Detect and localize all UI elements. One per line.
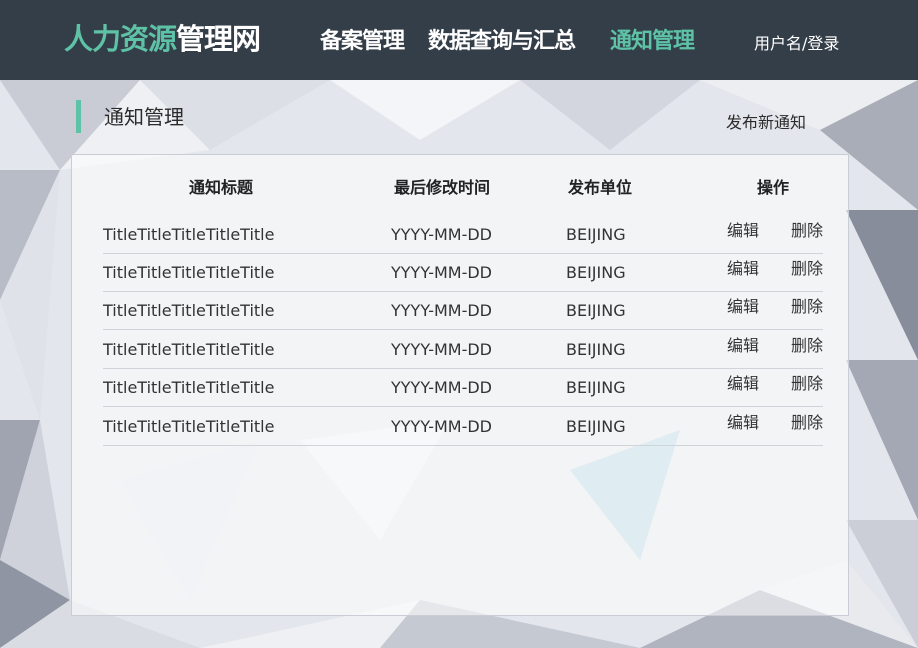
delete-button[interactable]: 删除 (791, 335, 823, 357)
row-divider (103, 445, 823, 446)
notice-date: YYYY-MM-DD (391, 417, 492, 436)
table-row: TitleTitleTitleTitleTitle YYYY-MM-DD BEI… (0, 409, 918, 447)
notice-date: YYYY-MM-DD (391, 378, 492, 397)
brand-white-text: 管理网 (176, 22, 261, 56)
delete-button[interactable]: 删除 (791, 220, 823, 242)
section-accent-bar (76, 100, 81, 133)
notice-title[interactable]: TitleTitleTitleTitleTitle (103, 377, 274, 399)
row-divider (103, 368, 823, 369)
edit-button[interactable]: 编辑 (727, 220, 759, 242)
notice-unit: BEIJING (566, 225, 626, 244)
delete-button[interactable]: 删除 (791, 373, 823, 395)
column-header-modified-time: 最后修改时间 (393, 178, 491, 197)
top-navbar: 人力资源管理网 备案管理 数据查询与汇总 通知管理 用户名/登录 (0, 0, 918, 80)
table-row: TitleTitleTitleTitleTitle YYYY-MM-DD BEI… (0, 293, 918, 331)
row-divider (103, 329, 823, 330)
notice-date: YYYY-MM-DD (391, 225, 492, 244)
table-row: TitleTitleTitleTitleTitle YYYY-MM-DD BEI… (0, 255, 918, 293)
row-divider (103, 253, 823, 254)
delete-button[interactable]: 删除 (791, 296, 823, 318)
notice-title[interactable]: TitleTitleTitleTitleTitle (103, 300, 274, 322)
notice-title[interactable]: TitleTitleTitleTitleTitle (103, 339, 274, 361)
notice-title[interactable]: TitleTitleTitleTitleTitle (103, 416, 274, 438)
edit-button[interactable]: 编辑 (727, 373, 759, 395)
table-row: TitleTitleTitleTitleTitle YYYY-MM-DD BEI… (0, 332, 918, 370)
table-row: TitleTitleTitleTitleTitle YYYY-MM-DD BEI… (0, 370, 918, 408)
delete-button[interactable]: 删除 (791, 412, 823, 434)
publish-notice-button[interactable]: 发布新通知 (726, 111, 806, 135)
notice-date: YYYY-MM-DD (391, 340, 492, 359)
notice-title[interactable]: TitleTitleTitleTitleTitle (103, 262, 274, 284)
nav-item-notice-management[interactable]: 通知管理 (610, 27, 695, 57)
brand-accent-text: 人力资源 (64, 22, 177, 56)
edit-button[interactable]: 编辑 (727, 258, 759, 280)
notice-unit: BEIJING (566, 340, 626, 359)
notice-date: YYYY-MM-DD (391, 301, 492, 320)
edit-button[interactable]: 编辑 (727, 296, 759, 318)
column-header-title: 通知标题 (188, 178, 254, 197)
notice-unit: BEIJING (566, 378, 626, 397)
notice-unit: BEIJING (566, 263, 626, 282)
edit-button[interactable]: 编辑 (727, 335, 759, 357)
row-divider (103, 406, 823, 407)
section-title: 通知管理 (104, 105, 184, 129)
edit-button[interactable]: 编辑 (727, 412, 759, 434)
nav-item-data-query[interactable]: 数据查询与汇总 (428, 27, 576, 57)
user-login-link[interactable]: 用户名/登录 (754, 32, 839, 56)
column-header-publisher: 发布单位 (567, 178, 633, 197)
column-header-actions: 操作 (756, 178, 790, 197)
brand-logo[interactable]: 人力资源管理网 (64, 19, 261, 59)
notice-title[interactable]: TitleTitleTitleTitleTitle (103, 224, 274, 246)
notice-date: YYYY-MM-DD (391, 263, 492, 282)
notice-unit: BEIJING (566, 301, 626, 320)
delete-button[interactable]: 删除 (791, 258, 823, 280)
nav-item-filing-management[interactable]: 备案管理 (320, 27, 405, 57)
notice-unit: BEIJING (566, 417, 626, 436)
table-row: TitleTitleTitleTitleTitle YYYY-MM-DD BEI… (0, 217, 918, 255)
row-divider (103, 291, 823, 292)
